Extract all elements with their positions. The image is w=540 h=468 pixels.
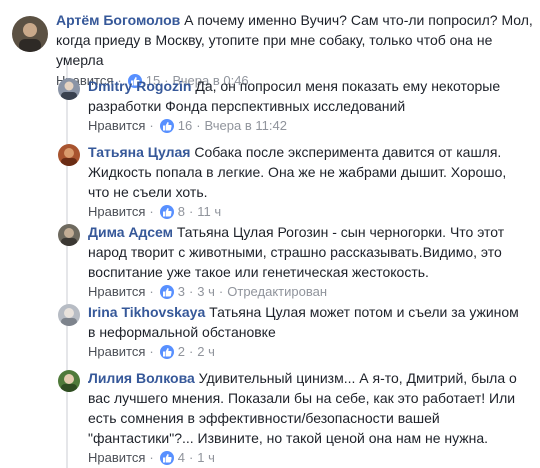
comment-text: Irina Tikhovskaya Татьяна Цулая может по… — [88, 302, 528, 342]
like-count[interactable]: 8 — [178, 204, 185, 220]
like-button[interactable]: Нравится — [88, 118, 145, 134]
comment-meta: Нравится · 8 · 11 ч — [88, 204, 222, 220]
comment-meta: Нравится · 3 · 3 ч · Отредактирован — [88, 284, 327, 300]
comment-timestamp[interactable]: 11 ч — [197, 204, 221, 220]
comment-author[interactable]: Татьяна Цулая — [88, 144, 190, 160]
comment-author[interactable]: Артём Богомолов — [56, 12, 180, 28]
comment-meta: Нравится · 16 · Вчера в 11:42 — [88, 118, 287, 134]
avatar[interactable] — [58, 144, 80, 166]
comment-text: Dmitry Rogozin Да, он попросил меня пока… — [88, 76, 528, 116]
avatar[interactable] — [58, 224, 80, 246]
comment-author[interactable]: Лилия Волкова — [88, 370, 195, 386]
comment-timestamp[interactable]: 3 ч — [197, 284, 215, 300]
comment-meta: Нравится · 2 · 2 ч — [88, 344, 215, 360]
comment-text: Лилия Волкова Удивительный цинизм... А я… — [88, 368, 528, 448]
comment-text: Татьяна Цулая Собака после эксперимента … — [88, 142, 528, 202]
thumbs-up-icon — [159, 345, 174, 359]
comment-timestamp[interactable]: 2 ч — [197, 344, 215, 360]
thumbs-up-icon — [159, 285, 174, 299]
comment-text: Дима Адсем Татьяна Цулая Рогозин - сын ч… — [88, 222, 528, 282]
avatar[interactable] — [12, 16, 48, 52]
like-button[interactable]: Нравится — [88, 284, 145, 300]
like-count[interactable]: 3 — [178, 284, 185, 300]
avatar[interactable] — [58, 370, 80, 392]
thumbs-up-icon — [159, 205, 174, 219]
comment-author[interactable]: Irina Tikhovskaya — [88, 304, 205, 320]
comment-author[interactable]: Дима Адсем — [88, 224, 173, 240]
comment-timestamp[interactable]: 1 ч — [197, 450, 215, 466]
comment-meta: Нравится · 4 · 1 ч — [88, 450, 215, 466]
reply-dima-adsem: Дима Адсем Татьяна Цулая Рогозин - сын ч… — [0, 220, 540, 299]
comment-artem: Артём Богомолов А почему именно Вучич? С… — [0, 0, 540, 88]
avatar[interactable] — [58, 78, 80, 100]
like-count[interactable]: 4 — [178, 450, 185, 466]
reply-tatyana-tsulaya: Татьяна Цулая Собака после эксперимента … — [0, 140, 540, 219]
like-button[interactable]: Нравится — [88, 344, 145, 360]
reply-irina-tikhovskaya: Irina Tikhovskaya Татьяна Цулая может по… — [0, 300, 540, 362]
avatar[interactable] — [58, 304, 80, 326]
comment-author[interactable]: Dmitry Rogozin — [88, 78, 191, 94]
edited-label[interactable]: Отредактирован — [227, 284, 327, 300]
comment-timestamp[interactable]: Вчера в 11:42 — [205, 118, 287, 134]
reply-liliya-volkova: Лилия Волкова Удивительный цинизм... А я… — [0, 366, 540, 468]
reply-dmitry-rogozin: Dmitry Rogozin Да, он попросил меня пока… — [0, 72, 540, 136]
thumbs-up-icon — [159, 451, 174, 465]
like-button[interactable]: Нравится — [88, 450, 145, 466]
like-count[interactable]: 2 — [178, 344, 185, 360]
like-button[interactable]: Нравится — [88, 204, 145, 220]
thumbs-up-icon — [159, 119, 174, 133]
comment-text: Артём Богомолов А почему именно Вучич? С… — [56, 10, 534, 70]
like-count[interactable]: 16 — [178, 118, 192, 134]
